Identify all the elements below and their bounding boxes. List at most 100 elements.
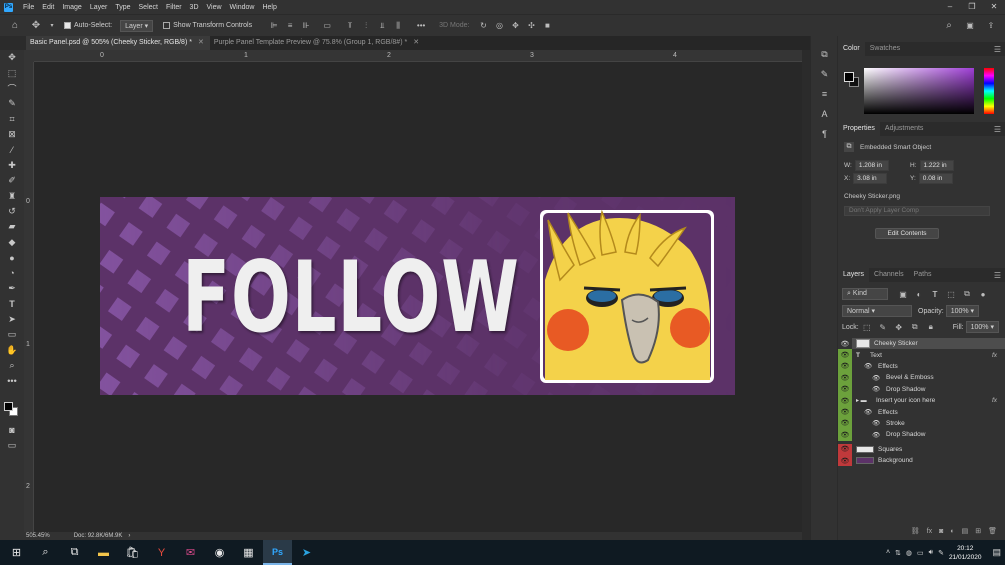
align-left-icon[interactable]: ⊫ — [269, 21, 279, 31]
align-top-icon[interactable]: ⫪ — [345, 21, 355, 31]
chevron-down-icon[interactable]: ▾ — [47, 21, 57, 31]
layer-row[interactable]: 👁︎ Cheeky Sticker — [838, 338, 1005, 350]
menu-3d[interactable]: 3D — [186, 4, 203, 11]
more-tools-icon[interactable]: ••• — [0, 373, 24, 388]
close-icon[interactable]: ✕ — [198, 36, 204, 50]
quick-select-tool-icon[interactable]: ✎ — [0, 96, 24, 111]
blend-mode-dropdown[interactable]: Normal ▾ — [842, 305, 912, 317]
visibility-eye-icon[interactable]: 👁︎ — [838, 429, 852, 441]
restore-button[interactable]: ❐ — [961, 0, 983, 14]
filter-toggle-icon[interactable]: ● — [978, 289, 988, 299]
align-bottom-icon[interactable]: ⫫ — [377, 21, 387, 31]
zoom-tool-icon[interactable]: ⌕ — [0, 358, 24, 373]
visibility-eye-icon[interactable]: 👁︎ — [838, 417, 852, 430]
lasso-tool-icon[interactable]: ⌒ — [0, 81, 24, 96]
visibility-eye-icon[interactable]: 👁︎ — [838, 394, 852, 407]
calculator-icon[interactable]: ▦ — [234, 540, 263, 565]
shape-filter-icon[interactable]: ⬚ — [946, 289, 956, 299]
width-field[interactable]: 1.208 in — [854, 160, 889, 171]
store-icon[interactable]: 🛍︎ — [118, 540, 147, 565]
mail-app-icon[interactable]: ✉ — [176, 540, 205, 565]
tab-layers[interactable]: Layers — [838, 268, 870, 282]
panel-menu-icon[interactable]: ☰ — [994, 45, 1001, 54]
paragraph-icon[interactable]: ¶ — [811, 124, 838, 144]
edit-contents-button[interactable]: Edit Contents — [875, 228, 939, 239]
obs-icon[interactable]: ◉ — [205, 540, 234, 565]
lock-transparent-icon[interactable]: ⬚ — [862, 322, 872, 332]
video-camera-icon[interactable]: ■ — [542, 21, 552, 31]
home-icon[interactable]: ⌂ — [10, 20, 20, 31]
brush-tool-icon[interactable]: ✐ — [0, 173, 24, 188]
chevron-right-icon[interactable]: › — [128, 533, 130, 539]
paint-bucket-tool-icon[interactable]: ◆ — [0, 235, 24, 250]
healing-brush-tool-icon[interactable]: ✚ — [0, 158, 24, 173]
layer-row[interactable]: 👁︎ ▸ ▬ Insert your icon here fx — [838, 394, 1005, 407]
hand-tool-icon[interactable]: ✋ — [0, 342, 24, 357]
color-picker-field[interactable] — [864, 68, 974, 114]
rectangle-tool-icon[interactable]: ▭ — [0, 327, 24, 342]
path-select-tool-icon[interactable]: ➤ — [0, 312, 24, 327]
task-view-icon[interactable]: ⧉ — [60, 540, 89, 565]
layer-row[interactable]: 👁︎ T Text fx — [838, 349, 1005, 361]
pen-tool-icon[interactable]: ✒ — [0, 281, 24, 296]
link-icon[interactable]: ⛓ — [911, 527, 920, 535]
layer-comp-dropdown[interactable]: Don't Apply Layer Comp — [844, 206, 990, 216]
more-options-icon[interactable]: ••• — [416, 21, 426, 31]
quick-mask-icon[interactable]: ◙ — [0, 422, 24, 437]
search-icon[interactable]: ⌕ — [944, 20, 954, 31]
folder-icon[interactable]: ▤ — [962, 527, 969, 535]
character-icon[interactable]: A — [811, 104, 838, 124]
auto-select-target-dropdown[interactable]: Layer ▾ — [120, 19, 154, 32]
close-button[interactable]: ✕ — [983, 0, 1005, 14]
lock-pixels-icon[interactable]: ✎ — [878, 322, 888, 332]
slide-icon[interactable]: ✣ — [526, 21, 536, 31]
visibility-eye-icon[interactable]: 👁︎ — [838, 383, 852, 395]
layer-row[interactable]: 👁︎ Squares — [838, 443, 1005, 455]
lock-all-icon[interactable]: 🔒︎ — [926, 322, 936, 332]
menu-view[interactable]: View — [203, 4, 226, 11]
tab-swatches[interactable]: Swatches — [865, 42, 905, 56]
crop-tool-icon[interactable]: ⌗ — [0, 112, 24, 127]
move-tool-icon[interactable]: ✥ — [31, 20, 41, 31]
menu-window[interactable]: Window — [226, 4, 259, 11]
layer-row[interactable]: 👁︎ Background — [838, 454, 1005, 467]
panel-menu-icon[interactable]: ☰ — [994, 271, 1001, 280]
menu-select[interactable]: Select — [135, 4, 162, 11]
tab-basic-panel[interactable]: Basic Panel.psd @ 505% (Cheeky Sticker, … — [26, 36, 210, 50]
horizontal-ruler[interactable]: 0 1 2 3 4 — [34, 50, 802, 62]
dodge-tool-icon[interactable]: ◔ — [0, 265, 24, 280]
minimize-button[interactable]: – — [939, 0, 961, 14]
visibility-eye-icon[interactable]: 👁︎ — [838, 443, 852, 455]
windows-start-icon[interactable]: ⊞ — [2, 540, 31, 565]
auto-select-checkbox[interactable]: Auto-Select: — [64, 22, 112, 29]
move-tool-icon[interactable]: ✥ — [0, 50, 24, 65]
align-center-icon[interactable]: ≡ — [285, 21, 295, 31]
display-icon[interactable]: ▭ — [917, 549, 924, 557]
adjustment-filter-icon[interactable]: ◐ — [914, 289, 924, 299]
marquee-tool-icon[interactable]: ⬚ — [0, 65, 24, 80]
photoshop-taskbar-icon[interactable]: Ps — [263, 540, 292, 565]
lock-position-icon[interactable]: ✥ — [894, 322, 904, 332]
visibility-eye-icon[interactable]: 👁︎ — [838, 454, 852, 467]
y-field[interactable]: 0.08 in — [918, 173, 953, 184]
checkbox-icon[interactable] — [64, 22, 71, 29]
hue-slider[interactable] — [984, 68, 994, 114]
workspace-icon[interactable]: ▣ — [965, 21, 975, 31]
history-brush-tool-icon[interactable]: ↺ — [0, 204, 24, 219]
type-tool-icon[interactable]: T — [0, 296, 24, 311]
photoshop-logo-icon[interactable]: Ps — [4, 2, 13, 12]
fx-icon[interactable]: fx — [927, 528, 932, 535]
eyedropper-tool-icon[interactable]: ⁄ — [0, 142, 24, 157]
fill-field[interactable]: 100% ▾ — [965, 321, 999, 333]
discord-icon[interactable]: ◍ — [906, 549, 912, 557]
panel-menu-icon[interactable]: ☰ — [994, 125, 1001, 134]
zoom-level[interactable]: 505.45% — [26, 533, 50, 539]
fx-icon[interactable]: fx — [992, 397, 997, 404]
chevron-up-icon[interactable]: ˄ — [886, 549, 890, 556]
tab-paths[interactable]: Paths — [909, 268, 937, 282]
layer-row[interactable]: 👁︎ 👁︎ Bevel & Emboss — [838, 372, 1005, 384]
network-icon[interactable]: ⇅ — [895, 549, 901, 557]
follow-text-layer[interactable]: FOLLOW — [182, 249, 520, 347]
brush-settings-icon[interactable]: ✎ — [811, 64, 838, 84]
clock[interactable]: 20:12 21/01/2020 — [949, 544, 982, 562]
